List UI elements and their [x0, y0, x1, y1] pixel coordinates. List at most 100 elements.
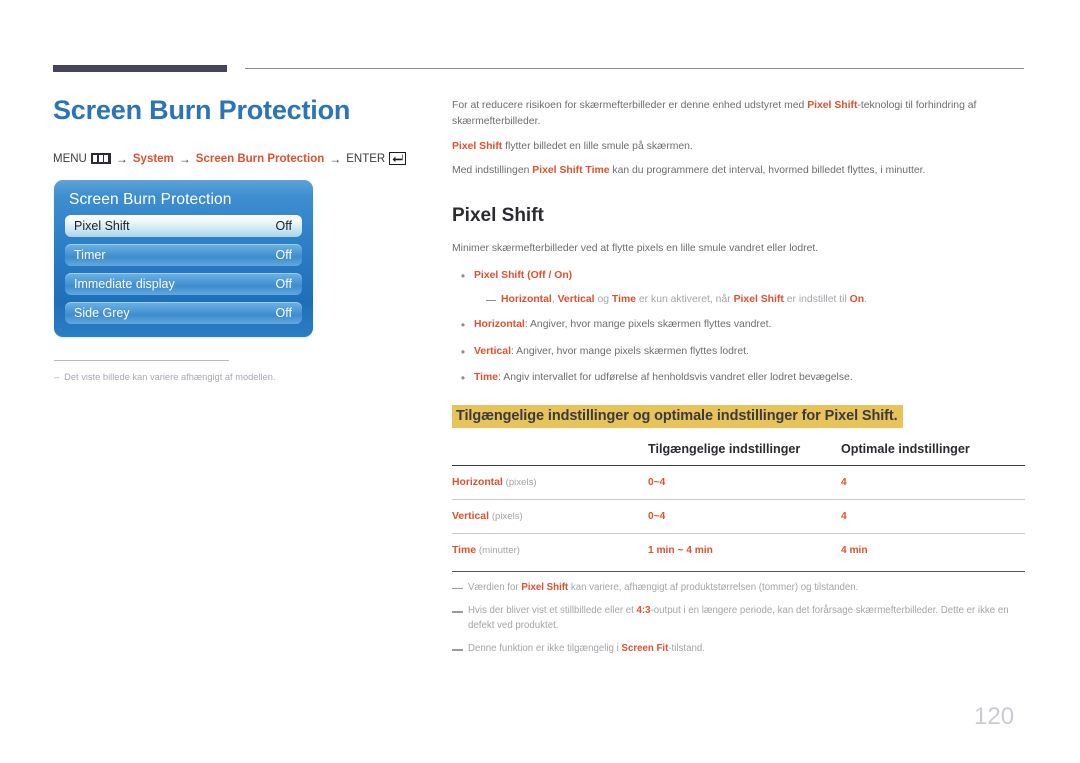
bullet-accent: Pixel Shift	[474, 269, 525, 281]
table-header-available: Tilgængelige indstillinger	[648, 441, 801, 456]
right-column: For at reducere risikoen for skærmefterb…	[452, 98, 1025, 657]
header-rule-thin	[245, 68, 1024, 70]
breadcrumb-step-screen-burn-protection[interactable]: Screen Burn Protection	[196, 153, 324, 165]
bullet-time: • Time: Angiv intervallet for udførelse …	[452, 370, 1025, 387]
footnote-2: Hvis der bliver vist et stillbillede ell…	[452, 604, 1025, 633]
intro-p3-part-a: Med indstillingen	[452, 165, 533, 177]
footnote-text: Hvis der bliver vist et stillbillede ell…	[468, 604, 1025, 633]
subnote-mid-2: er kun aktiveret, når	[635, 294, 734, 306]
subnote-mid-1: og	[594, 294, 612, 306]
subnote-activation: Horizontal, Vertical og Time er kun akti…	[486, 292, 1025, 308]
settings-table: Tilgængelige indstillinger Optimale inds…	[452, 442, 1025, 567]
subnote-accent-on: On	[849, 294, 865, 306]
intro-p2-part-b: flytter billedet en lille smule på skærm…	[502, 140, 693, 152]
table-cell-available: 0~4	[648, 510, 666, 522]
osd-row-value: Off	[275, 248, 292, 262]
table-label-accent: Time	[452, 544, 477, 556]
subnote-accent-vertical: Vertical	[557, 294, 595, 306]
footnote-text: Denne funktion er ikke tilgængelig i Scr…	[468, 642, 1025, 657]
footnote-accent: 4:3	[636, 605, 651, 617]
footnote-dash-icon	[452, 611, 463, 613]
footnote-1: Værdien for Pixel Shift kan variere, afh…	[452, 581, 1025, 596]
footnote-text: Værdien for Pixel Shift kan variere, afh…	[468, 581, 1025, 596]
table-row: Vertical (pixels) 0~4 4	[452, 499, 1025, 534]
bullet-rest: : Angiver, hvor mange pixels skærmen fly…	[510, 345, 749, 357]
osd-row-timer[interactable]: Timer Off	[65, 244, 302, 266]
left-footnote-text: Det viste billede kan variere afhængigt …	[64, 372, 276, 382]
table-label-unit: (minutter)	[478, 544, 520, 556]
subnote-accent-time: Time	[611, 294, 636, 306]
section-title-pixel-shift: Pixel Shift	[452, 205, 544, 227]
bullet-text: Time: Angiv intervallet for udførelse af…	[474, 370, 1025, 386]
table-cell-optimal: 4	[841, 476, 847, 488]
table-cell-label: Horizontal (pixels)	[452, 465, 648, 499]
table-cell-available: 0~4	[648, 476, 666, 488]
osd-row-label: Timer	[74, 248, 106, 262]
bullet-dot-icon: •	[460, 268, 466, 283]
table-cell-label: Vertical (pixels)	[452, 499, 648, 533]
osd-row-pixel-shift[interactable]: Pixel Shift Off	[65, 215, 302, 237]
left-column: Screen Burn Protection MENU → System → S…	[53, 95, 423, 166]
bullet-accent: Vertical	[474, 345, 511, 357]
bullet-vertical: • Vertical: Angiver, hvor mange pixels s…	[452, 344, 1025, 361]
breadcrumb-arrow-3: →	[329, 151, 342, 166]
intro-paragraph-1: For at reducere risikoen for skærmefterb…	[452, 98, 1025, 130]
intro-paragraph-2: Pixel Shift flytter billedet en lille sm…	[452, 139, 1025, 155]
osd-row-label: Pixel Shift	[74, 219, 130, 233]
subnote-accent-horizontal: Horizontal	[501, 294, 552, 306]
breadcrumb-menu-label: MENU	[53, 152, 87, 165]
table-header-optimal: Optimale indstillinger	[841, 441, 970, 456]
footnote-part-a: Værdien for	[468, 581, 522, 593]
intro-p2-accent: Pixel Shift	[452, 140, 503, 152]
bullet-accent: Horizontal	[474, 319, 525, 331]
breadcrumb-arrow-1: →	[115, 151, 128, 166]
bullet-text: Horizontal: Angiver, hvor mange pixels s…	[474, 317, 1025, 333]
header-rule-dark	[53, 65, 227, 72]
bullet-text: Pixel Shift (Off / On)	[474, 268, 1025, 284]
left-footnote: – Det viste billede kan variere afhængig…	[54, 371, 384, 384]
table-label-accent: Vertical	[452, 510, 489, 522]
bullet-horizontal: • Horizontal: Angiver, hvor mange pixels…	[452, 317, 1025, 334]
table-cell-available: 1 min ~ 4 min	[648, 544, 713, 556]
footnote-part-b: kan variere, afhængigt af produktstørrel…	[568, 581, 859, 593]
table-row: Horizontal (pixels) 0~4 4	[452, 465, 1025, 500]
intro-p3-accent: Pixel Shift Time	[532, 165, 610, 177]
table-row: Time (minutter) 1 min ~ 4 min 4 min	[452, 533, 1025, 567]
bullet-text: Vertical: Angiver, hvor mange pixels skæ…	[474, 344, 1025, 360]
footnote-dash-icon	[452, 649, 463, 651]
bullet-dot-icon: •	[460, 371, 466, 386]
breadcrumb-step-system[interactable]: System	[133, 153, 174, 165]
subnote-accent-pixel-shift: Pixel Shift	[733, 294, 784, 306]
osd-row-label: Side Grey	[74, 306, 130, 320]
footnote-accent: Pixel Shift	[521, 581, 569, 593]
footnote-part-a: Hvis der bliver vist et stillbillede ell…	[468, 605, 637, 617]
bullet-dot-icon: •	[460, 318, 466, 333]
page-title: Screen Burn Protection	[53, 95, 351, 125]
osd-row-immediate-display[interactable]: Immediate display Off	[65, 273, 302, 295]
table-label-accent: Horizontal	[452, 476, 503, 488]
intro-p3-part-b: kan du programmere det interval, hvormed…	[609, 165, 926, 177]
intro-p1-accent: Pixel Shift	[807, 100, 858, 111]
enter-return-icon	[389, 152, 407, 166]
osd-row-label: Immediate display	[74, 277, 175, 291]
table-cell-optimal: 4	[841, 510, 847, 522]
breadcrumb-enter-label: ENTER	[346, 152, 386, 165]
osd-row-side-grey[interactable]: Side Grey Off	[65, 302, 302, 324]
osd-row-value: Off	[275, 306, 292, 320]
footnote-3: Denne funktion er ikke tilgængelig i Scr…	[452, 642, 1025, 657]
footnotes-divider	[452, 570, 1025, 572]
footnote-part-a: Denne funktion er ikke tilgængelig i	[468, 643, 622, 655]
left-note-divider	[54, 360, 229, 362]
table-cell-optimal: 4 min	[841, 544, 868, 556]
breadcrumb-arrow-2: →	[178, 151, 191, 166]
breadcrumb: MENU → System → Screen Burn Protection →…	[53, 152, 423, 166]
bullet-rest: : Angiv intervallet for udførelse af hen…	[498, 372, 853, 384]
menu-bars-icon	[90, 153, 111, 165]
bullet-rest: (Off / On)	[524, 269, 573, 281]
table-label-unit: (pixels)	[491, 510, 523, 522]
bullet-accent: Time	[474, 372, 499, 384]
table-header-row: Tilgængelige indstillinger Optimale inds…	[452, 442, 1025, 466]
footnote-part-b: -tilstand.	[668, 643, 705, 655]
left-footnote-dash: –	[54, 372, 60, 382]
highlight-banner: Tilgængelige indstillinger og optimale i…	[452, 404, 903, 428]
